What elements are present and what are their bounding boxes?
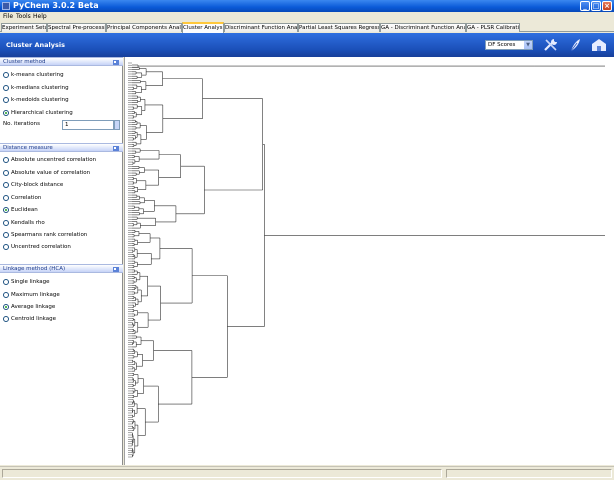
run-icon[interactable] bbox=[112, 266, 120, 273]
tab-pca[interactable]: Principal Components Analysis bbox=[106, 23, 182, 32]
label-city-block: City-block distance bbox=[11, 182, 64, 188]
radio-k-medians[interactable] bbox=[3, 85, 9, 91]
help-icon[interactable] bbox=[590, 37, 608, 53]
radio-k-means[interactable] bbox=[3, 72, 9, 78]
iterations-label: No. iterations bbox=[3, 121, 40, 127]
label-abs-uncentred: Absolute uncentred correlation bbox=[11, 157, 97, 163]
scores-select[interactable]: DF Scores ▼ bbox=[485, 40, 533, 50]
panel-title: Cluster Analysis bbox=[6, 41, 65, 49]
maximize-button[interactable]: □ bbox=[591, 1, 601, 11]
panel-header: Cluster Analysis DF Scores ▼ bbox=[0, 33, 614, 57]
label-average-linkage: Average linkage bbox=[11, 304, 56, 310]
dendrogram-plot[interactable] bbox=[124, 57, 614, 465]
menu-bar: File Tools Help bbox=[0, 12, 614, 22]
label-kendalls: Kendalls rho bbox=[11, 220, 45, 226]
radio-hierarchical[interactable] bbox=[3, 110, 9, 116]
radio-spearmans[interactable] bbox=[3, 232, 9, 238]
dendrogram-canvas bbox=[128, 62, 605, 458]
iterations-spinner[interactable] bbox=[114, 120, 120, 130]
label-single-linkage: Single linkage bbox=[11, 279, 50, 285]
tab-ga-plsr[interactable]: GA - PLSR Calibration bbox=[466, 23, 520, 32]
label-k-means: k-means clustering bbox=[11, 72, 64, 78]
options-panel: Cluster method k-means clustering k-medi… bbox=[0, 57, 123, 465]
run-icon[interactable] bbox=[112, 59, 120, 66]
label-hierarchical: Hierarchical clustering bbox=[11, 110, 73, 116]
radio-abs-value-corr[interactable] bbox=[3, 170, 9, 176]
radio-uncentred[interactable] bbox=[3, 244, 9, 250]
label-abs-value-corr: Absolute value of correlation bbox=[11, 170, 91, 176]
label-spearmans: Spearmans rank correlation bbox=[11, 232, 88, 238]
menu-tools[interactable]: Tools bbox=[16, 13, 31, 21]
radio-abs-uncentred[interactable] bbox=[3, 157, 9, 163]
radio-average-linkage[interactable] bbox=[3, 304, 9, 310]
label-correlation: Correlation bbox=[11, 195, 42, 201]
tab-plsr[interactable]: Partial Least Squares Regression bbox=[298, 23, 380, 32]
distance-measure-header: Distance measure bbox=[0, 143, 123, 152]
distance-measure-title: Distance measure bbox=[3, 145, 53, 151]
close-button[interactable]: × bbox=[602, 1, 612, 11]
label-euclidean: Euclidean bbox=[11, 207, 38, 213]
title-bar: PyChem 3.0.2 Beta _ □ × bbox=[0, 0, 614, 12]
radio-euclidean[interactable] bbox=[3, 207, 9, 213]
menu-file[interactable]: File bbox=[3, 13, 13, 21]
label-centroid-linkage: Centroid linkage bbox=[11, 316, 57, 322]
label-k-medians: k-medians clustering bbox=[11, 85, 69, 91]
label-k-medoids: k-medoids clustering bbox=[11, 97, 69, 103]
minimize-button[interactable]: _ bbox=[580, 1, 590, 11]
tab-ga-dfa[interactable]: GA - Discriminant Function Analysis bbox=[380, 23, 466, 32]
radio-maximum-linkage[interactable] bbox=[3, 292, 9, 298]
tools-icon[interactable] bbox=[542, 37, 560, 53]
radio-single-linkage[interactable] bbox=[3, 279, 9, 285]
app-icon bbox=[2, 2, 10, 10]
label-maximum-linkage: Maximum linkage bbox=[11, 292, 60, 298]
tab-bar: Experiment Setup Spectral Pre-processing… bbox=[0, 22, 614, 33]
tab-spectral-preprocessing[interactable]: Spectral Pre-processing bbox=[47, 23, 106, 32]
run-icon[interactable] bbox=[112, 145, 120, 152]
status-cell-secondary bbox=[446, 469, 612, 478]
status-cell-main bbox=[2, 469, 442, 478]
feather-icon[interactable] bbox=[566, 37, 584, 53]
radio-correlation[interactable] bbox=[3, 195, 9, 201]
linkage-method-title: Linkage method (HCA) bbox=[3, 266, 66, 272]
scores-select-value: DF Scores bbox=[488, 42, 516, 48]
radio-kendalls[interactable] bbox=[3, 220, 9, 226]
window-title: PyChem 3.0.2 Beta bbox=[13, 1, 99, 10]
tab-dfa[interactable]: Discriminant Function Analysis bbox=[224, 23, 298, 32]
tab-experiment-setup[interactable]: Experiment Setup bbox=[1, 23, 47, 32]
radio-centroid-linkage[interactable] bbox=[3, 316, 9, 322]
linkage-method-header: Linkage method (HCA) bbox=[0, 264, 123, 273]
iterations-input[interactable] bbox=[62, 120, 114, 130]
radio-city-block[interactable] bbox=[3, 182, 9, 188]
label-uncentred: Uncentred correlation bbox=[11, 244, 71, 250]
menu-help[interactable]: Help bbox=[33, 13, 47, 21]
chevron-down-icon[interactable]: ▼ bbox=[524, 41, 532, 49]
status-bar bbox=[0, 466, 614, 480]
tab-cluster-analysis[interactable]: Cluster Analysis bbox=[182, 22, 224, 33]
cluster-method-header: Cluster method bbox=[0, 57, 123, 66]
radio-k-medoids[interactable] bbox=[3, 97, 9, 103]
cluster-method-title: Cluster method bbox=[3, 59, 46, 65]
